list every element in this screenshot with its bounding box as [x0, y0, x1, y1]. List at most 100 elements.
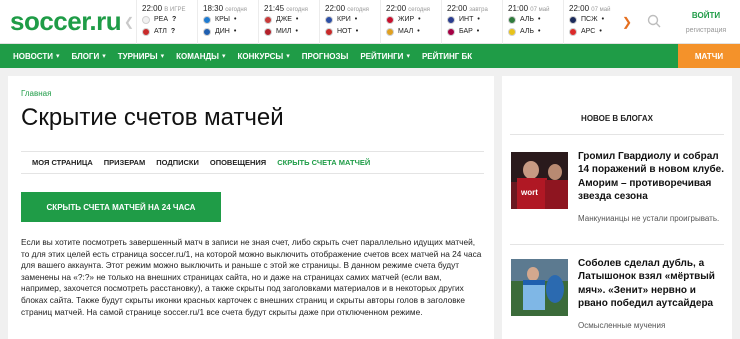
- match-time-value: 18:30: [203, 4, 224, 13]
- team-badge-icon: [264, 15, 272, 24]
- team-name: РЕА: [154, 16, 169, 23]
- match-time: 22:00 сегодня: [325, 4, 380, 13]
- post-subtitle: Осмысленные мучения: [578, 321, 666, 330]
- match-card[interactable]: 21:00 07 май АЛЬ • АЛЬ •: [502, 0, 563, 44]
- match-away-team: ДИН •: [203, 26, 258, 37]
- match-time-value: 22:00: [447, 4, 468, 13]
- menu-item-label: КОНКУРСЫ: [237, 51, 284, 61]
- menu-item-label: ТУРНИРЫ: [117, 51, 158, 61]
- divider: [510, 134, 724, 135]
- match-time-value: 22:00: [386, 4, 407, 13]
- match-day: сегодня: [347, 7, 369, 13]
- match-day: 07 май: [530, 7, 550, 13]
- chevron-down-icon: ▾: [222, 53, 226, 60]
- team-score: •: [355, 28, 359, 35]
- blogs-sidebar: НОВОЕ В БЛОГАХ wort Громил Гвардиолу и с…: [502, 76, 732, 339]
- profile-tab[interactable]: ОПОВЕЩЕНИЯ: [210, 158, 266, 167]
- menu-item[interactable]: НОВОСТИ ▾: [13, 52, 60, 61]
- divider: [21, 173, 484, 174]
- match-away-team: АЛЬ •: [508, 26, 563, 37]
- menu-item[interactable]: БЛОГИ ▾: [72, 52, 106, 61]
- team-name: АЛЬ: [520, 28, 535, 35]
- chevron-down-icon: ▾: [286, 53, 290, 60]
- matches-ticker: 22:00 В ИГРЕ РЕА? АТЛ? 18:30 сегодня КРЫ • ДИН…: [136, 0, 624, 44]
- breadcrumb[interactable]: Главная: [21, 89, 51, 98]
- match-card[interactable]: 22:00 сегодня ЖИР • МАЛ •: [380, 0, 441, 44]
- sidebar-heading: НОВОЕ В БЛОГАХ: [502, 76, 732, 123]
- match-away-team: НОТ •: [325, 26, 380, 37]
- team-badge-icon: [447, 27, 455, 36]
- post-title[interactable]: Громил Гвардиолу и собрал 14 поражений в…: [578, 150, 728, 203]
- match-time-value: 21:45: [264, 4, 285, 13]
- team-score: •: [233, 16, 237, 23]
- match-away-team: БАР •: [447, 26, 502, 37]
- match-card[interactable]: 21:45 сегодня ДЖЕ • МИЛ •: [258, 0, 319, 44]
- login-button[interactable]: ВОЙТИ: [672, 11, 740, 20]
- menu-item-label: БЛОГИ: [71, 51, 100, 61]
- main-menu-bar: НОВОСТИ ▾ БЛОГИ ▾ ТУРНИРЫ ▾ КОМАНДЫ ▾ КОНКУРСЫ ▾ П…: [0, 44, 740, 68]
- match-day: В ИГРЕ: [164, 7, 186, 13]
- team-score: •: [601, 16, 605, 23]
- matches-next-arrow-icon[interactable]: ❯: [620, 0, 634, 44]
- team-name: ПСЖ: [581, 16, 598, 23]
- team-score: •: [477, 16, 480, 23]
- match-away-team: АТЛ?: [142, 26, 197, 37]
- profile-tab[interactable]: ПРИЗЕРАМ: [104, 158, 146, 167]
- login-block: ВОЙТИ регистрация: [672, 11, 740, 34]
- match-day: сегодня: [225, 7, 247, 13]
- match-card[interactable]: 22:00 завтра ИНТ • БАР •: [441, 0, 502, 44]
- page-title: Скрытие счетов матчей: [21, 104, 284, 131]
- post-thumbnail[interactable]: wort: [511, 152, 568, 209]
- svg-text:wort: wort: [520, 188, 538, 197]
- search-icon[interactable]: [647, 14, 661, 28]
- match-home-team: КРИ •: [325, 14, 380, 25]
- team-score: •: [295, 28, 298, 35]
- matches-button[interactable]: МАТЧИ: [678, 44, 740, 68]
- team-name: КРЫ: [215, 16, 230, 23]
- hide-scores-button[interactable]: СКРЫТЬ СЧЕТА МАТЧЕЙ НА 24 ЧАСА: [21, 192, 221, 222]
- menu-item[interactable]: РЕЙТИНГИ ▾: [360, 52, 410, 61]
- team-score: •: [295, 16, 299, 23]
- post-thumbnail[interactable]: [511, 259, 568, 316]
- match-home-team: ПСЖ •: [569, 14, 624, 25]
- team-badge-icon: [508, 27, 516, 36]
- menu-item-label: КОМАНДЫ: [176, 51, 219, 61]
- match-home-team: РЕА?: [142, 14, 197, 25]
- match-away-team: МАЛ •: [386, 26, 441, 37]
- profile-tab[interactable]: СКРЫТЬ СЧЕТА МАТЧЕЙ: [277, 158, 370, 167]
- menu-item[interactable]: РЕЙТИНГ БК: [422, 52, 472, 61]
- team-score: •: [538, 16, 541, 23]
- divider: [21, 151, 484, 152]
- profile-tab[interactable]: МОЯ СТРАНИЦА: [32, 158, 93, 167]
- profile-tabs: МОЯ СТРАНИЦА ПРИЗЕРАМ ПОДПИСКИ ОПОВЕЩЕНИЯ СК…: [32, 158, 381, 167]
- match-home-team: ДЖЕ •: [264, 14, 319, 25]
- match-time: 22:00 сегодня: [386, 4, 441, 13]
- team-name: МИЛ: [276, 28, 292, 35]
- menu-item[interactable]: КОНКУРСЫ ▾: [238, 52, 290, 61]
- menu-item[interactable]: ТУРНИРЫ ▾: [118, 52, 164, 61]
- site-logo[interactable]: soccer.ru: [10, 6, 122, 37]
- match-card[interactable]: 22:00 сегодня КРИ • НОТ •: [319, 0, 380, 44]
- match-time: 21:00 07 май: [508, 4, 563, 13]
- team-badge-icon: [203, 15, 211, 24]
- team-badge-icon: [203, 27, 211, 36]
- team-badge-icon: [264, 27, 272, 36]
- menu-item[interactable]: ПРОГНОЗЫ: [302, 52, 349, 61]
- team-name: КРИ: [337, 16, 351, 23]
- match-time: 21:45 сегодня: [264, 4, 319, 13]
- chevron-down-icon: ▾: [160, 53, 165, 60]
- match-card[interactable]: 22:00 В ИГРЕ РЕА? АТЛ?: [136, 0, 197, 44]
- menu-item[interactable]: КОМАНДЫ ▾: [176, 52, 225, 61]
- post-title[interactable]: Соболев сделал дубль, а Латышонок взял «…: [578, 257, 728, 310]
- menu-item-label: ПРОГНОЗЫ: [301, 51, 349, 61]
- team-name: БАР: [459, 28, 473, 35]
- match-home-team: АЛЬ •: [508, 14, 563, 25]
- match-time: 22:00 07 май: [569, 4, 624, 13]
- match-card[interactable]: 22:00 07 май ПСЖ • АРС •: [563, 0, 624, 44]
- chevron-down-icon: ▾: [406, 53, 410, 60]
- register-link[interactable]: регистрация: [672, 27, 740, 34]
- team-name: ЖИР: [398, 16, 415, 23]
- profile-tab[interactable]: ПОДПИСКИ: [156, 158, 199, 167]
- matches-prev-arrow-icon[interactable]: ❮: [122, 0, 136, 44]
- match-card[interactable]: 18:30 сегодня КРЫ • ДИН •: [197, 0, 258, 44]
